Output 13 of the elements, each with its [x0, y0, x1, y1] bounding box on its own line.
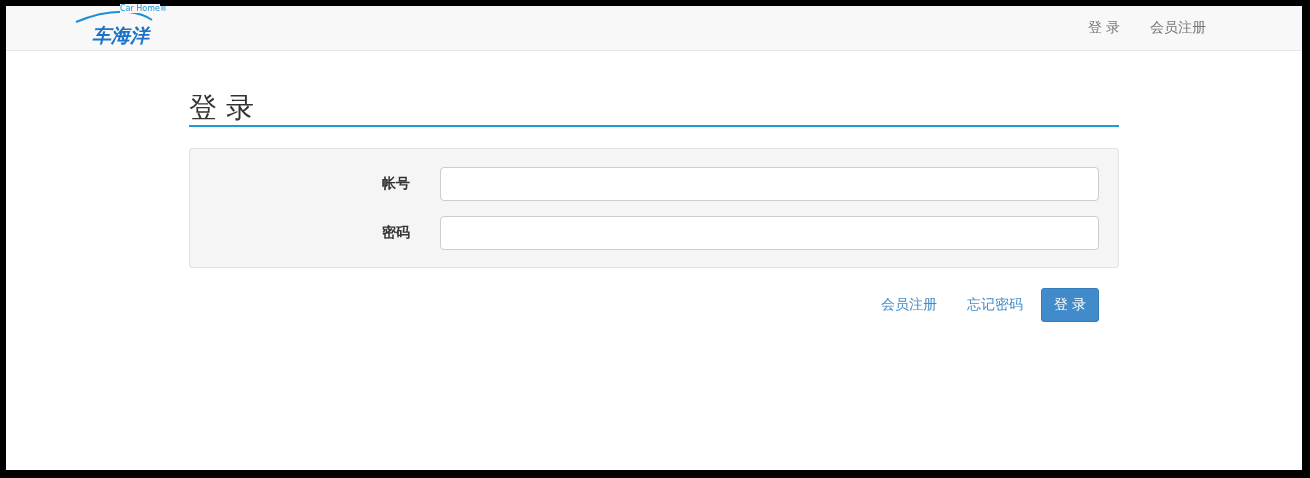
page-title: 登 录 [189, 91, 1119, 127]
nav-link[interactable]: 登 录 [1087, 19, 1120, 37]
login-button[interactable]: 登 录 [1040, 288, 1099, 322]
input-field[interactable] [440, 167, 1099, 201]
logo-tagline: Car Home [120, 4, 160, 13]
field-label: 密码 [381, 224, 410, 242]
text-link[interactable]: 忘记密码 [966, 296, 1023, 314]
nav-link[interactable]: 会员注册 [1150, 19, 1206, 37]
text-link[interactable]: 会员注册 [880, 296, 937, 314]
field-label: 帐号 [381, 175, 410, 193]
logo-text: 车海洋 [92, 25, 149, 45]
input-field[interactable] [440, 216, 1099, 250]
car-arc-icon [74, 10, 154, 24]
